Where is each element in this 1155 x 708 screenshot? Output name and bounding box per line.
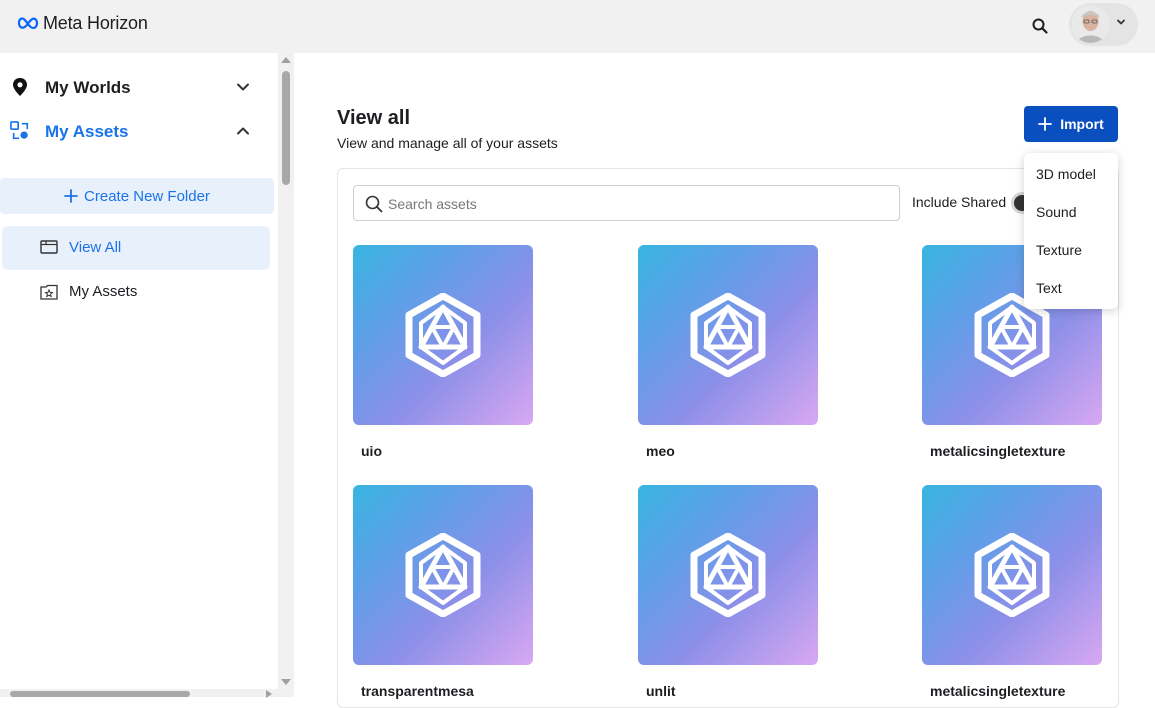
icosahedron-icon <box>690 293 766 377</box>
chevron-down-icon <box>237 83 249 91</box>
import-menu-item-texture[interactable]: Texture <box>1036 242 1082 258</box>
scrollbar-thumb[interactable] <box>282 71 290 185</box>
sidebar-item-my-assets[interactable]: My Assets <box>0 111 270 151</box>
star-folder-icon <box>40 284 58 300</box>
search-icon <box>1032 18 1048 34</box>
asset-name: uio <box>361 443 382 459</box>
asset-thumbnail[interactable] <box>638 485 818 665</box>
icosahedron-icon <box>405 533 481 617</box>
sidebar-horizontal-scrollbar[interactable] <box>0 689 278 698</box>
scroll-up-arrow-icon[interactable] <box>281 57 291 63</box>
logo-text: Meta Horizon <box>43 12 148 33</box>
avatar-picture <box>1072 6 1109 43</box>
folder-item-view-all[interactable]: View All <box>2 226 270 270</box>
import-menu: 3D model Sound Texture Text <box>1024 153 1118 309</box>
include-shared-label: Include Shared <box>912 194 1007 210</box>
import-menu-item-text[interactable]: Text <box>1036 280 1062 296</box>
import-button[interactable]: Import <box>1024 106 1118 142</box>
asset-name: meo <box>646 443 675 459</box>
folder-icon <box>40 240 58 254</box>
meta-horizon-logo[interactable]: Meta Horizon <box>17 12 148 34</box>
search-icon <box>365 195 383 213</box>
search-input[interactable] <box>388 194 888 214</box>
top-bar: Meta Horizon <box>0 0 1155 53</box>
chevron-down-icon <box>1117 19 1125 25</box>
create-new-folder-button[interactable]: Create New Folder <box>0 178 274 214</box>
import-menu-item-sound[interactable]: Sound <box>1036 204 1076 220</box>
account-menu-button[interactable] <box>1069 3 1138 46</box>
avatar <box>1072 6 1109 43</box>
page-subtitle: View and manage all of your assets <box>337 135 558 151</box>
scroll-down-arrow-icon[interactable] <box>281 679 291 685</box>
search-field[interactable] <box>353 185 900 221</box>
sidebar-item-label: My Assets <box>45 122 129 141</box>
location-pin-icon <box>13 78 27 96</box>
scrollbar-thumb[interactable] <box>10 691 190 697</box>
icosahedron-icon <box>405 293 481 377</box>
header-search-button[interactable] <box>1026 12 1054 40</box>
asset-thumbnail[interactable] <box>353 245 533 425</box>
meta-infinity-icon <box>17 17 39 30</box>
sidebar-vertical-scrollbar[interactable] <box>278 53 294 697</box>
page-title: View all <box>337 107 411 129</box>
asset-thumbnail[interactable] <box>922 485 1102 665</box>
chevron-up-icon <box>237 127 249 135</box>
import-label: Import <box>1060 116 1104 132</box>
sidebar: My Worlds My Assets Create New Folder Vi… <box>0 53 278 697</box>
sidebar-item-label: My Worlds <box>45 78 131 97</box>
create-folder-label: Create New Folder <box>84 187 210 205</box>
icosahedron-icon <box>690 533 766 617</box>
plus-icon <box>64 189 78 203</box>
asset-name: metalicsingletexture <box>930 443 1066 459</box>
asset-thumbnail[interactable] <box>638 245 818 425</box>
sidebar-item-my-worlds[interactable]: My Worlds <box>0 67 270 107</box>
folder-label: View All <box>69 239 122 256</box>
assets-icon <box>10 121 29 140</box>
folder-item-my-assets[interactable]: My Assets <box>2 270 270 314</box>
plus-icon <box>1038 117 1053 131</box>
folder-label: My Assets <box>69 283 138 300</box>
icosahedron-icon <box>974 533 1050 617</box>
asset-thumbnail[interactable] <box>353 485 533 665</box>
import-menu-item-3d-model[interactable]: 3D model <box>1036 166 1096 182</box>
